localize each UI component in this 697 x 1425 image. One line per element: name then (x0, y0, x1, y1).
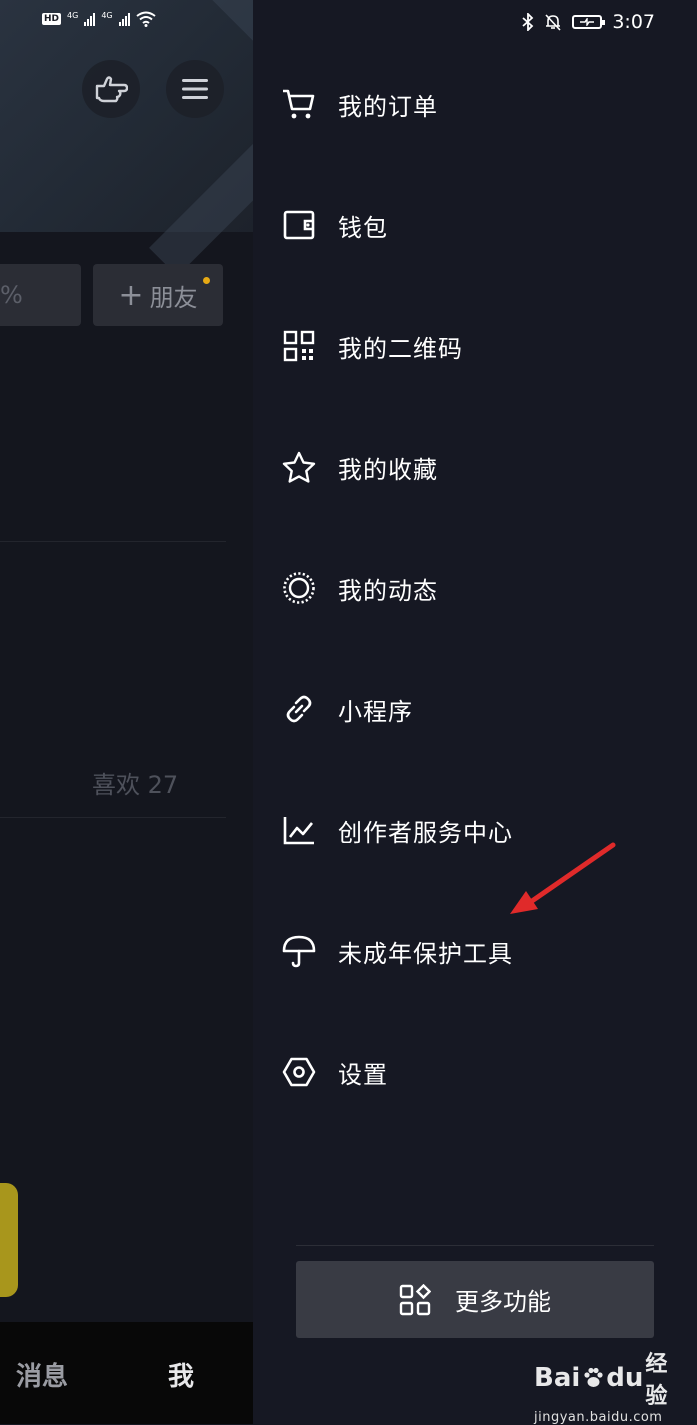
add-friend-label: 朋友 (149, 283, 198, 312)
bluetooth-icon (522, 13, 534, 31)
menu-item-label: 我的二维码 (338, 334, 463, 363)
background-profile-page: HD 4G 4G % + 朋友 喜欢 27 消息 我 (0, 0, 253, 1424)
watermark-brand: Bai (534, 1363, 581, 1393)
menu-item-label: 我的动态 (338, 576, 438, 605)
menu-item-moments[interactable]: 我的动态 (281, 558, 671, 618)
mute-bell-icon (544, 13, 562, 31)
drawer-divider (296, 1245, 654, 1246)
umbrella-icon (281, 933, 317, 969)
menu-item-mini-programs[interactable]: 小程序 (281, 679, 671, 739)
network-label-1: 4G (67, 11, 79, 20)
cart-icon (281, 86, 317, 122)
menu-item-label: 创作者服务中心 (338, 818, 513, 847)
menu-item-wallet[interactable]: 钱包 (281, 195, 671, 255)
partial-stat-box[interactable]: % (0, 264, 81, 326)
link-icon (281, 691, 317, 727)
plus-icon: + (118, 277, 144, 313)
menu-item-label: 钱包 (338, 213, 388, 242)
hd-badge: HD (42, 13, 62, 25)
more-features-label: 更多功能 (455, 1288, 551, 1316)
status-bar-right: 3:07 (522, 11, 655, 33)
status-time: 3:07 (612, 11, 655, 33)
wallet-icon (281, 207, 317, 243)
banner-decoration (28, 0, 253, 277)
qr-code-icon (281, 328, 317, 364)
menu-item-orders[interactable]: 我的订单 (281, 74, 671, 134)
menu-item-favorites[interactable]: 我的收藏 (281, 437, 671, 497)
signal-icon-2 (118, 12, 130, 26)
battery-icon (572, 15, 606, 29)
menu-item-label: 设置 (338, 1060, 388, 1089)
paw-icon (582, 1367, 604, 1389)
more-features-button[interactable]: 更多功能 (296, 1261, 654, 1338)
baidu-watermark: Bai du 经验 jingyan.baidu.com (534, 1346, 668, 1425)
menu-item-qr-code[interactable]: 我的二维码 (281, 316, 671, 376)
hamburger-icon (182, 78, 208, 100)
floating-yellow-tab[interactable] (0, 1183, 18, 1297)
dotted-circle-icon (281, 570, 317, 606)
percent-fragment: % (0, 281, 23, 309)
grid-shapes-icon (399, 1283, 431, 1316)
divider-line (0, 541, 226, 542)
likes-tab-label[interactable]: 喜欢 27 (92, 765, 178, 800)
hexagon-icon (281, 1054, 317, 1090)
status-bar-left: HD 4G 4G (42, 11, 156, 27)
nav-messages[interactable]: 消息 (16, 1356, 68, 1393)
network-label-2: 4G (101, 11, 113, 20)
hand-pointer-icon (94, 74, 128, 104)
wifi-icon (135, 11, 156, 27)
star-icon (281, 449, 317, 485)
menu-item-label: 我的订单 (338, 92, 438, 121)
watermark-url: jingyan.baidu.com (534, 1410, 663, 1425)
menu-item-minor-protection[interactable]: 未成年保护工具 (281, 921, 671, 981)
watermark-brand-2: du (606, 1363, 644, 1393)
hand-pointer-button[interactable] (82, 60, 140, 118)
notification-dot (203, 277, 210, 284)
annotation-arrow (500, 838, 620, 918)
watermark-logo: Bai du 经验 (534, 1346, 668, 1410)
watermark-product: 经验 (645, 1352, 668, 1409)
menu-item-settings[interactable]: 设置 (281, 1042, 671, 1102)
menu-item-label: 小程序 (338, 697, 413, 726)
signal-icon (84, 12, 96, 26)
menu-item-label: 未成年保护工具 (338, 939, 513, 968)
menu-button[interactable] (166, 60, 224, 118)
menu-item-label: 我的收藏 (338, 455, 438, 484)
nav-me[interactable]: 我 (168, 1356, 194, 1393)
chart-icon (281, 812, 317, 848)
add-friend-button[interactable]: + 朋友 (93, 264, 223, 326)
profile-banner (0, 0, 253, 277)
divider-line (0, 817, 226, 818)
